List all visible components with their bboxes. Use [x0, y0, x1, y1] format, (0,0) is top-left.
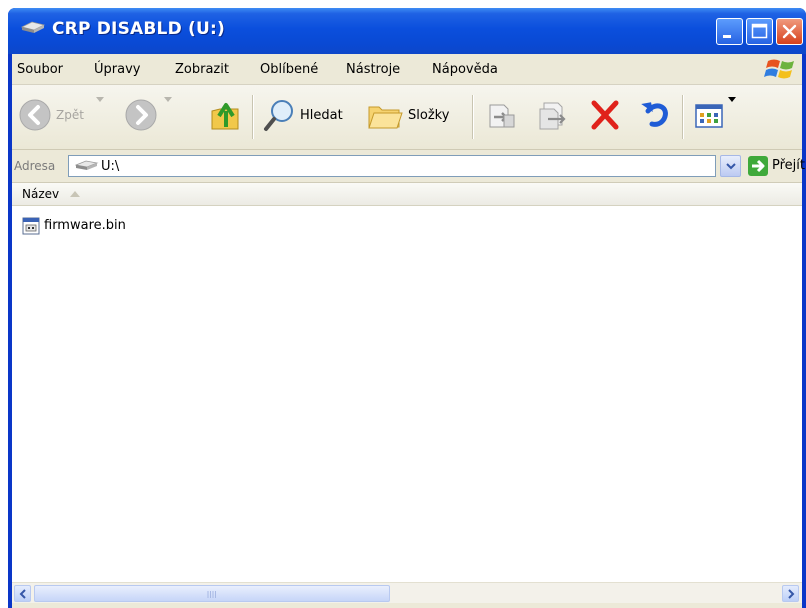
address-input[interactable]: U:\ — [68, 155, 716, 177]
menu-napoveda[interactable]: Nápověda — [432, 62, 498, 77]
drive-icon — [75, 160, 99, 170]
delete-button[interactable] — [588, 97, 624, 135]
views-button[interactable] — [692, 97, 742, 135]
copy-to-icon — [539, 102, 566, 130]
title-bar[interactable]: CRP DISABLD (U:) — [8, 8, 806, 54]
back-label: Zpět — [56, 108, 84, 122]
undo-icon — [641, 102, 668, 127]
window-title: CRP DISABLD (U:) — [52, 19, 225, 39]
up-button[interactable] — [208, 97, 244, 135]
toolbar-separator — [682, 95, 684, 139]
move-to-button[interactable] — [484, 97, 520, 135]
undo-button[interactable] — [638, 97, 674, 135]
forward-arrow-icon — [125, 99, 157, 131]
address-dropdown-button[interactable] — [720, 155, 741, 177]
menu-zobrazit[interactable]: Zobrazit — [175, 62, 229, 77]
go-button[interactable]: Přejít — [772, 158, 805, 173]
minimize-button[interactable] — [716, 18, 743, 45]
forward-button[interactable] — [124, 97, 174, 135]
minimize-icon — [723, 35, 731, 38]
address-bar: Adresa U:\ Přejít — [12, 150, 805, 183]
address-value: U:\ — [101, 159, 120, 174]
bin-file-icon — [22, 217, 40, 235]
folders-icon — [368, 106, 403, 129]
folders-button[interactable]: Složky — [366, 97, 458, 135]
menu-soubor[interactable]: Soubor — [17, 62, 63, 77]
toolbar-separator — [252, 95, 254, 139]
window-client: Soubor Úpravy Zobrazit Oblíbené Nástroje… — [12, 54, 805, 608]
close-button[interactable] — [776, 18, 803, 45]
maximize-icon — [751, 23, 768, 39]
copy-to-button[interactable] — [536, 97, 572, 135]
scroll-right-button[interactable] — [782, 585, 799, 602]
chevron-down-icon — [726, 163, 736, 170]
forward-dropdown-icon — [164, 97, 172, 102]
scroll-left-button[interactable] — [14, 585, 31, 602]
up-folder-icon — [211, 103, 239, 130]
windows-logo-icon — [764, 56, 798, 85]
menu-oblibene[interactable]: Oblíbené — [260, 62, 318, 77]
chevron-left-icon — [19, 589, 26, 599]
menu-upravy[interactable]: Úpravy — [94, 62, 140, 77]
file-name: firmware.bin — [44, 218, 126, 233]
menu-nastroje[interactable]: Nástroje — [346, 62, 400, 77]
file-list: firmware.bin — [12, 206, 802, 582]
toolbar-separator — [472, 95, 474, 139]
address-label: Adresa — [14, 159, 56, 173]
sort-ascending-icon — [70, 191, 80, 197]
go-arrow-icon[interactable] — [748, 156, 768, 176]
grip-icon — [207, 591, 216, 598]
explorer-window: CRP DISABLD (U:) Soubor Úpravy Zobrazit … — [8, 8, 806, 608]
back-button[interactable]: Zpět — [18, 97, 110, 135]
drive-icon — [20, 21, 46, 38]
column-name-header[interactable]: Název — [22, 187, 59, 201]
delete-icon — [591, 100, 619, 130]
column-header: Název — [12, 183, 802, 206]
folders-label: Složky — [408, 108, 450, 123]
menu-bar: Soubor Úpravy Zobrazit Oblíbené Nástroje… — [12, 54, 802, 85]
horizontal-scrollbar[interactable] — [12, 582, 802, 603]
search-button[interactable]: Hledat — [262, 97, 358, 135]
chevron-right-icon — [788, 589, 795, 599]
back-arrow-icon — [19, 99, 51, 131]
search-label: Hledat — [300, 108, 343, 123]
close-icon — [782, 24, 797, 39]
standard-toolbar: Zpět Hledat Složky — [12, 85, 802, 150]
back-dropdown-icon — [96, 97, 104, 102]
views-icon — [695, 104, 723, 128]
maximize-button[interactable] — [746, 18, 773, 45]
views-dropdown-icon — [728, 97, 736, 102]
move-to-icon — [489, 104, 515, 128]
scroll-thumb[interactable] — [34, 585, 390, 602]
search-icon — [264, 100, 293, 131]
